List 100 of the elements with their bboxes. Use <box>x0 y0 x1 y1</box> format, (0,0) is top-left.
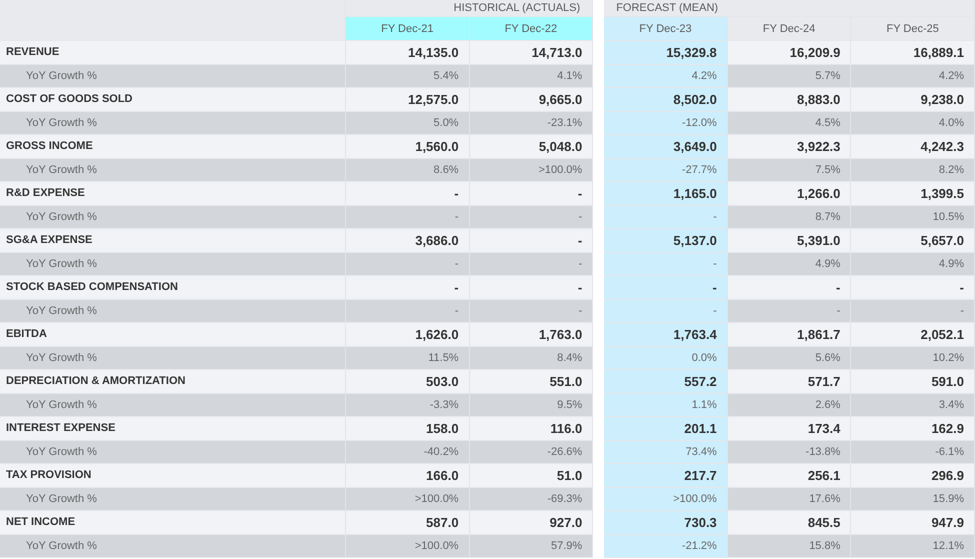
table-cell: 4.2% <box>604 64 728 88</box>
table-cell: 3.4% <box>851 394 975 417</box>
table-cell: 8.2% <box>851 158 975 182</box>
table-cell: 7.5% <box>728 158 852 182</box>
table-cell: - <box>851 276 975 300</box>
table-cell: 8.6% <box>346 158 470 182</box>
growth-label: YoY Growth % <box>0 440 346 464</box>
table-cell: - <box>470 229 594 252</box>
growth-label: YoY Growth % <box>0 534 346 558</box>
group-header: FORECAST (MEAN) <box>604 0 975 17</box>
table-cell: 3,649.0 <box>604 135 728 158</box>
column-header: FY Dec-25 <box>851 17 975 41</box>
table-cell: -12.0% <box>604 112 728 135</box>
table-cell: - <box>604 276 728 300</box>
table-cell: 9,238.0 <box>851 88 975 112</box>
table-cell: 4,242.3 <box>851 135 975 158</box>
row-label: REVENUE <box>0 41 346 64</box>
growth-label: YoY Growth % <box>0 252 346 276</box>
table-cell: -69.3% <box>470 488 594 511</box>
table-cell: 17.6% <box>728 488 852 511</box>
table-cell: 1,165.0 <box>604 182 728 206</box>
growth-label: YoY Growth % <box>0 488 346 511</box>
row-label: INTEREST EXPENSE <box>0 417 346 440</box>
table-cell: 162.9 <box>851 417 975 440</box>
growth-label: YoY Growth % <box>0 300 346 323</box>
table-cell: 296.9 <box>851 464 975 488</box>
table-cell: 503.0 <box>346 370 470 394</box>
table-cell: 1,626.0 <box>346 323 470 346</box>
row-label: NET INCOME <box>0 511 346 534</box>
table-cell: - <box>346 276 470 300</box>
table-cell: 12.1% <box>851 534 975 558</box>
table-cell: 2,052.1 <box>851 323 975 346</box>
table-cell: 551.0 <box>470 370 594 394</box>
table-cell: 3,922.3 <box>728 135 852 158</box>
row-label: TAX PROVISION <box>0 464 346 488</box>
table-cell: -40.2% <box>346 440 470 464</box>
table-cell: 1,266.0 <box>728 182 852 206</box>
table-cell: - <box>851 300 975 323</box>
table-cell: 0.0% <box>604 346 728 370</box>
table-cell: >100.0% <box>604 488 728 511</box>
table-cell: 5.7% <box>728 64 852 88</box>
table-cell: 5,048.0 <box>470 135 594 158</box>
row-label: STOCK BASED COMPENSATION <box>0 276 346 300</box>
table-cell: 16,209.9 <box>728 41 852 64</box>
table-cell: 557.2 <box>604 370 728 394</box>
table-cell: 15,329.8 <box>604 41 728 64</box>
growth-label: YoY Growth % <box>0 206 346 229</box>
table-cell: 571.7 <box>728 370 852 394</box>
table-cell: 201.1 <box>604 417 728 440</box>
table-cell: 5.4% <box>346 64 470 88</box>
table-cell: 256.1 <box>728 464 852 488</box>
table-cell: 1,763.0 <box>470 323 594 346</box>
table-cell: 947.9 <box>851 511 975 534</box>
column-header: FY Dec-24 <box>728 17 852 41</box>
table-cell: - <box>604 300 728 323</box>
table-cell: 8.4% <box>470 346 594 370</box>
growth-label: YoY Growth % <box>0 158 346 182</box>
table-cell: 8.7% <box>728 206 852 229</box>
table-cell: 730.3 <box>604 511 728 534</box>
table-cell: 8,883.0 <box>728 88 852 112</box>
table-cell: 16,889.1 <box>851 41 975 64</box>
table-cell: - <box>470 276 594 300</box>
table-cell: - <box>470 300 594 323</box>
table-cell: 14,135.0 <box>346 41 470 64</box>
table-cell: - <box>346 252 470 276</box>
table-cell: 4.2% <box>851 64 975 88</box>
table-cell: - <box>604 206 728 229</box>
table-cell: -23.1% <box>470 112 594 135</box>
table-cell: -3.3% <box>346 394 470 417</box>
table-cell: 591.0 <box>851 370 975 394</box>
growth-label: YoY Growth % <box>0 112 346 135</box>
table-cell: 9,665.0 <box>470 88 594 112</box>
table-cell: 15.8% <box>728 534 852 558</box>
table-cell: 1,861.7 <box>728 323 852 346</box>
table-cell: 8,502.0 <box>604 88 728 112</box>
table-cell: - <box>346 206 470 229</box>
table-cell: -27.7% <box>604 158 728 182</box>
table-cell: 5,657.0 <box>851 229 975 252</box>
table-cell: 4.9% <box>851 252 975 276</box>
table-cell: 9.5% <box>470 394 594 417</box>
table-cell: 5.6% <box>728 346 852 370</box>
table-cell: 73.4% <box>604 440 728 464</box>
table-cell: 5,137.0 <box>604 229 728 252</box>
table-cell: 1,763.4 <box>604 323 728 346</box>
row-label: EBITDA <box>0 323 346 346</box>
table-cell: 11.5% <box>346 346 470 370</box>
table-cell: 1,399.5 <box>851 182 975 206</box>
table-cell: 5.0% <box>346 112 470 135</box>
table-cell: -13.8% <box>728 440 852 464</box>
table-cell: >100.0% <box>346 534 470 558</box>
row-label: SG&A EXPENSE <box>0 229 346 252</box>
table-cell: 927.0 <box>470 511 594 534</box>
table-cell: 845.5 <box>728 511 852 534</box>
table-cell: 158.0 <box>346 417 470 440</box>
table-cell: 4.1% <box>470 64 594 88</box>
table-cell: 217.7 <box>604 464 728 488</box>
row-label: DEPRECIATION & AMORTIZATION <box>0 370 346 394</box>
table-cell: - <box>728 300 852 323</box>
table-cell: 10.2% <box>851 346 975 370</box>
column-header: FY Dec-21 <box>346 17 470 41</box>
